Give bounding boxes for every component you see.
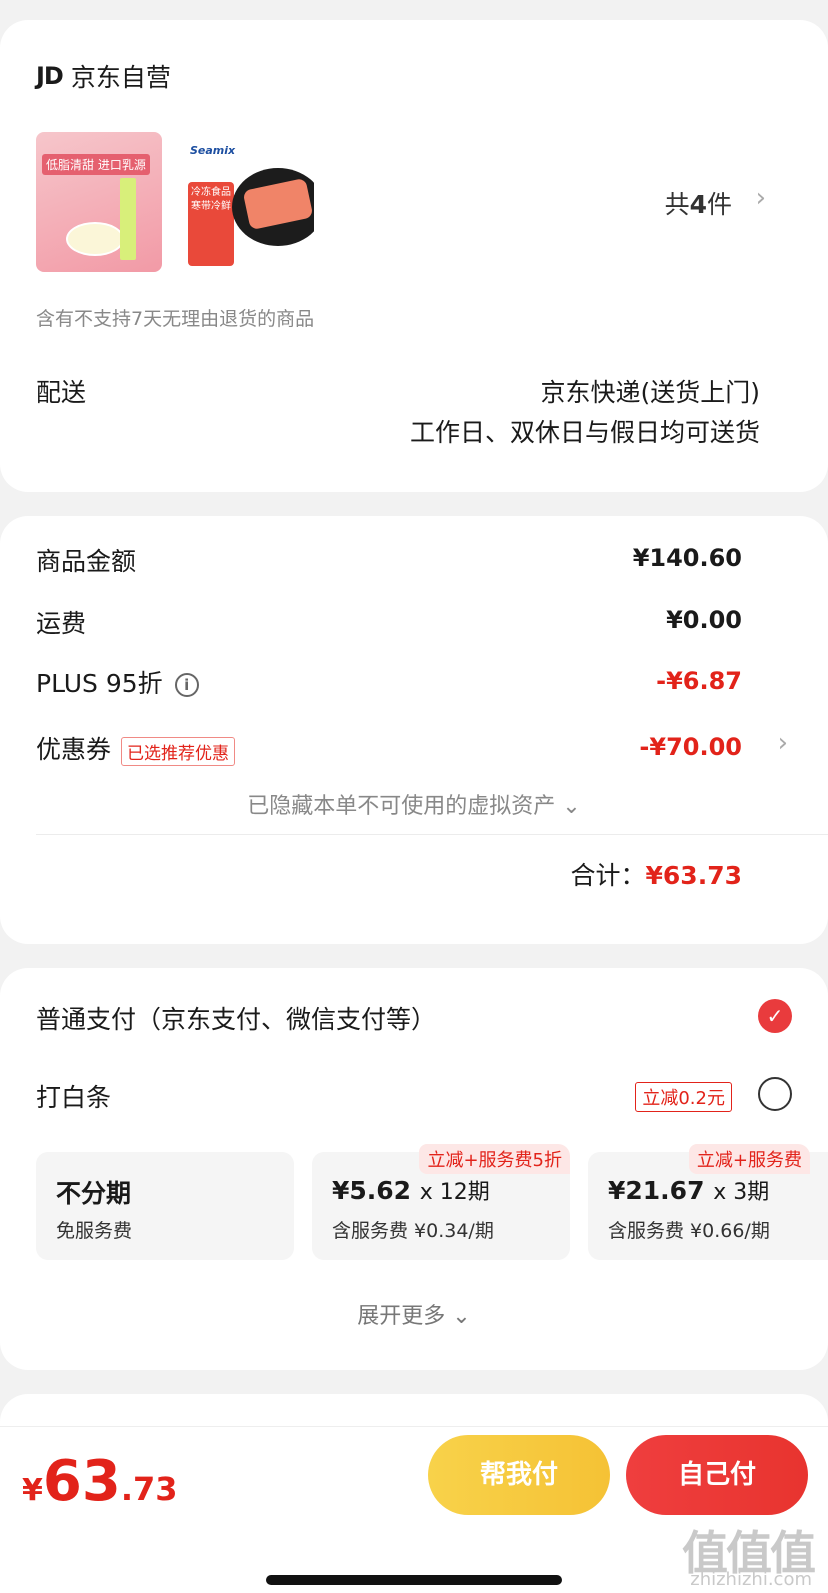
plan-title: ¥21.67 x 3期: [608, 1174, 769, 1206]
plan-amount: ¥21.67: [608, 1176, 705, 1205]
bottom-bar: ¥63.73 帮我付 自己付 值值值 zhizhizhi.com: [0, 1426, 828, 1593]
plan-subtitle: 免服务费: [56, 1220, 133, 1242]
thumb2-caption: 冷冻食品 寒带冷鲜: [188, 182, 234, 266]
radio-unselected-icon[interactable]: [758, 1077, 792, 1111]
price-integer: 63: [42, 1449, 121, 1514]
payment-method-card: 普通支付（京东支付、微信支付等） ✓ 打白条 立减0.2元 不分期 免服务费 立…: [0, 968, 828, 1370]
plan-badge: 立减+服务费: [688, 1144, 810, 1174]
plan-times: x 3期: [713, 1180, 770, 1205]
plan-badge: 立减+服务费5折: [419, 1144, 570, 1174]
thumb1-caption: 低脂清甜 进口乳源: [42, 154, 150, 175]
goods-amount-value: ¥140.60: [632, 544, 742, 572]
freight-value: ¥0.00: [666, 606, 742, 634]
coupon-label: 优惠券: [36, 735, 112, 764]
hidden-assets-toggle[interactable]: 已隐藏本单不可使用的虚拟资产 ⌄: [0, 788, 828, 820]
shipping-time[interactable]: 工作日、双休日与假日均可送货: [410, 413, 760, 449]
shipping-method[interactable]: 京东快递(送货上门): [540, 373, 760, 409]
item-count-prefix: 共: [664, 190, 690, 219]
home-indicator[interactable]: [266, 1575, 562, 1585]
price-decimal: .73: [120, 1470, 178, 1508]
item-count-suffix: 件: [706, 190, 732, 219]
plan-amount: ¥5.62: [332, 1176, 412, 1205]
divider: [36, 834, 828, 835]
bowl-image: [66, 222, 124, 256]
plan-times: x 12期: [419, 1180, 490, 1205]
pay-myself-button[interactable]: 自己付: [626, 1435, 808, 1515]
plan-subtitle: 含服务费 ¥0.34/期: [332, 1220, 494, 1242]
freight-label: 运费: [36, 609, 87, 638]
shop-header[interactable]: JD 京东自营: [36, 58, 171, 94]
installment-plan-none[interactable]: 不分期 免服务费: [36, 1152, 294, 1260]
item-count-number: 4: [689, 190, 707, 219]
goods-amount-label: 商品金额: [36, 547, 137, 576]
shop-card: JD 京东自营 低脂清甜 进口乳源 Seamix 冷冻食品 寒带冷鲜 共4件 ›…: [0, 20, 828, 492]
plus-discount-label: PLUS 95折: [36, 669, 163, 698]
footer-total-price: ¥63.73: [22, 1449, 178, 1514]
jd-logo-icon: JD: [36, 62, 64, 90]
plan-title: 不分期: [56, 1179, 132, 1208]
installment-plan-3[interactable]: 立减+服务费 ¥21.67 x 3期 含服务费 ¥0.66/期: [588, 1144, 828, 1260]
expand-more-button[interactable]: 展开更多 ⌄: [0, 1298, 828, 1330]
plan-title: ¥5.62 x 12期: [332, 1174, 490, 1206]
normal-payment-label[interactable]: 普通支付（京东支付、微信支付等）: [36, 1000, 436, 1036]
help-me-pay-button[interactable]: 帮我付: [428, 1435, 610, 1515]
currency-symbol: ¥: [22, 1473, 43, 1508]
plus-discount-row: PLUS 95折 i: [36, 664, 199, 700]
product-thumbnail-2[interactable]: Seamix 冷冻食品 寒带冷鲜: [188, 132, 314, 272]
price-summary-card: 商品金额 ¥140.60 运费 ¥0.00 PLUS 95折 i -¥6.87 优…: [0, 516, 828, 944]
thumb2-brand: Seamix: [190, 144, 236, 157]
stick-pack-image: [120, 178, 136, 260]
total-label: 合计：: [570, 861, 646, 890]
total-value: ¥63.73: [645, 861, 742, 890]
baitiao-discount-tag: 立减0.2元: [635, 1082, 732, 1112]
shipping-label: 配送: [36, 378, 87, 407]
checkmark-selected-icon[interactable]: ✓: [758, 999, 792, 1033]
chevron-right-icon[interactable]: ›: [778, 728, 788, 758]
total-row: 合计：¥63.73: [571, 856, 743, 892]
coupon-row[interactable]: 优惠券 已选推荐优惠: [36, 730, 236, 766]
plan-subtitle: 含服务费 ¥0.66/期: [608, 1220, 770, 1242]
coupon-selected-tag: 已选推荐优惠: [121, 736, 236, 766]
info-icon[interactable]: i: [174, 673, 199, 697]
return-policy-notice: 含有不支持7天无理由退货的商品: [36, 308, 315, 330]
shop-name: 京东自营: [70, 63, 171, 92]
installment-plan-12[interactable]: 立减+服务费5折 ¥5.62 x 12期 含服务费 ¥0.34/期: [312, 1144, 570, 1260]
product-thumbnail-1[interactable]: 低脂清甜 进口乳源: [36, 132, 162, 272]
coupon-value[interactable]: -¥70.00: [639, 733, 742, 761]
baitiao-label[interactable]: 打白条: [36, 1078, 111, 1114]
watermark-url: zhizhizhi.com: [690, 1569, 812, 1590]
plus-discount-value: -¥6.87: [656, 667, 742, 695]
chevron-right-icon[interactable]: ›: [756, 183, 766, 213]
item-count[interactable]: 共4件: [665, 185, 732, 221]
